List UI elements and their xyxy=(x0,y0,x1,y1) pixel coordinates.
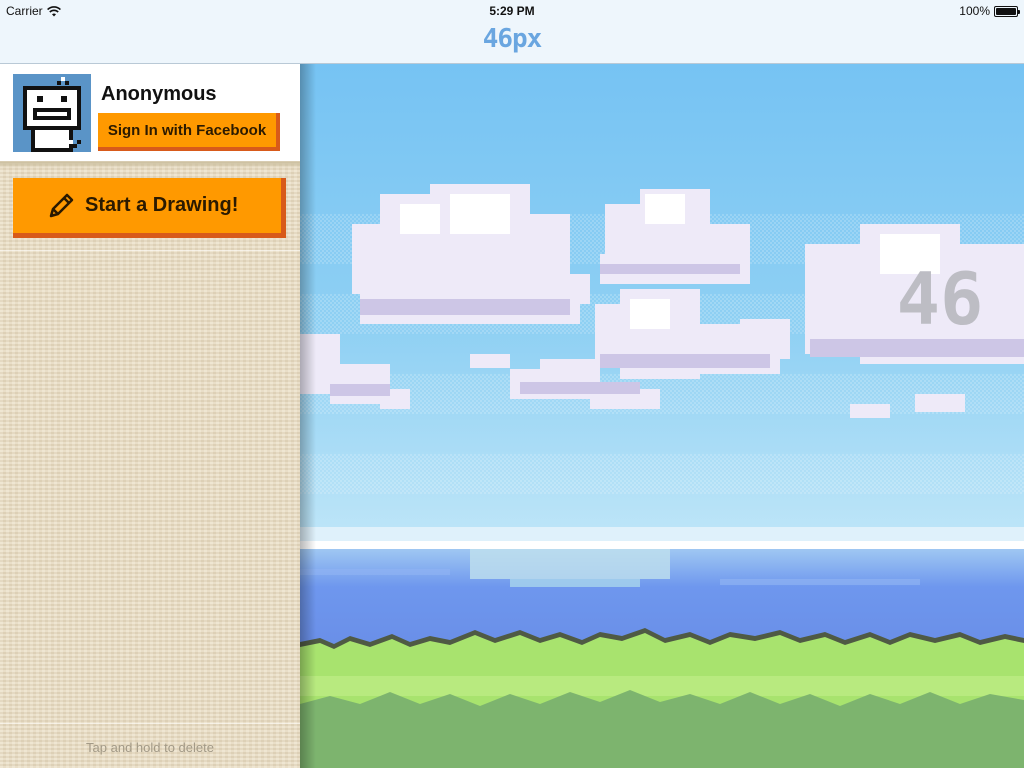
battery-percent: 100% xyxy=(959,4,990,18)
pixel-landscape-image: 46 xyxy=(300,64,1024,768)
battery-fill xyxy=(996,7,1016,15)
profile-divider xyxy=(0,162,300,168)
ground xyxy=(300,690,1024,768)
watermark-logo: 46 xyxy=(897,257,984,341)
sidebar: Anonymous Sign In with Facebook Start a … xyxy=(0,64,300,768)
status-bar: Carrier 5:29 PM 100% xyxy=(0,0,1024,20)
battery-icon xyxy=(994,5,1020,17)
username: Anonymous xyxy=(101,83,217,105)
profile-panel: Anonymous Sign In with Facebook xyxy=(0,64,300,162)
status-time: 5:29 PM xyxy=(489,4,535,18)
delete-hint: Tap and hold to delete xyxy=(86,740,214,755)
avatar[interactable] xyxy=(13,74,91,152)
start-drawing-button[interactable]: Start a Drawing! xyxy=(13,178,286,238)
navigation-bar: 46px xyxy=(0,20,1024,64)
drawings-list[interactable] xyxy=(0,250,300,724)
pencil-icon xyxy=(49,193,74,217)
app-title-logo: 46px xyxy=(482,24,543,54)
facebook-sign-in-button[interactable]: Sign In with Facebook xyxy=(98,113,280,151)
pixel-robot-avatar-icon xyxy=(13,74,91,152)
drawing-canvas[interactable]: 46 xyxy=(300,64,1024,768)
battery-indicator: 100% xyxy=(959,4,1020,18)
start-drawing-label: Start a Drawing! xyxy=(85,194,239,216)
